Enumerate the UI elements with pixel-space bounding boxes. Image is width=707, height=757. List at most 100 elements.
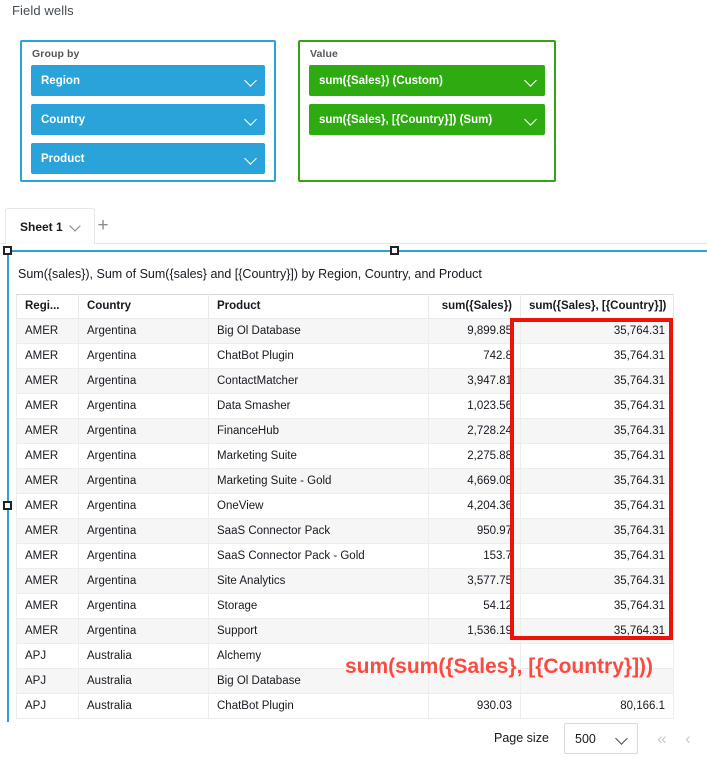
cell-region: AMER xyxy=(17,444,79,469)
table-row[interactable]: AMERArgentinaContactMatcher3,947.8135,76… xyxy=(17,369,674,394)
cell-product: ContactMatcher xyxy=(209,369,429,394)
cell-sum-sales: 1,536.19 xyxy=(429,619,521,644)
cell-product: ChatBot Plugin xyxy=(209,344,429,369)
column-header-sum-sales[interactable]: sum({Sales}) xyxy=(429,295,521,319)
table-row[interactable]: AMERArgentinaSite Analytics3,577.7535,76… xyxy=(17,569,674,594)
app-root: Field wells Group by Region Country Prod… xyxy=(0,0,707,757)
cell-product: Big Ol Database xyxy=(209,319,429,344)
plus-icon[interactable]: + xyxy=(94,218,112,236)
cell-country: Argentina xyxy=(79,319,209,344)
field-pill-country[interactable]: Country xyxy=(31,104,265,135)
table-header-row: Regi... Country Product sum({Sales}) sum… xyxy=(17,295,674,319)
cell-sum-sales: 4,669.08 xyxy=(429,469,521,494)
field-pill-product[interactable]: Product xyxy=(31,143,265,174)
chevron-left-icon[interactable]: ‹ xyxy=(678,729,698,749)
cell-product: Storage xyxy=(209,594,429,619)
cell-region: AMER xyxy=(17,344,79,369)
chevron-down-icon[interactable] xyxy=(617,734,628,745)
table-row[interactable]: AMERArgentinaChatBot Plugin742.835,764.3… xyxy=(17,344,674,369)
cell-product: SaaS Connector Pack - Gold xyxy=(209,544,429,569)
cell-country: Argentina xyxy=(79,369,209,394)
table-header: Regi... Country Product sum({Sales}) sum… xyxy=(17,295,674,319)
cell-sum-sales: 930.03 xyxy=(429,694,521,719)
cell-product: Data Smasher xyxy=(209,394,429,419)
group-by-label: Group by xyxy=(22,42,274,65)
cell-country: Argentina xyxy=(79,469,209,494)
field-pill-label: Country xyxy=(41,114,85,126)
double-chevron-left-icon[interactable]: « xyxy=(652,729,672,749)
chevron-down-icon[interactable] xyxy=(246,75,257,86)
resize-handle-top-left[interactable] xyxy=(3,246,12,255)
table-row[interactable]: AMERArgentinaData Smasher1,023.5635,764.… xyxy=(17,394,674,419)
table-row[interactable]: AMERArgentinaMarketing Suite2,275.8835,7… xyxy=(17,444,674,469)
table-row[interactable]: APJAustraliaChatBot Plugin930.0380,166.1 xyxy=(17,694,674,719)
sheet-tab-label: Sheet 1 xyxy=(20,220,63,234)
resize-handle-top-center[interactable] xyxy=(390,246,399,255)
cell-region: AMER xyxy=(17,569,79,594)
cell-sum-sales: 54.12 xyxy=(429,594,521,619)
cell-country: Australia xyxy=(79,694,209,719)
cell-region: AMER xyxy=(17,369,79,394)
page-size-label: Page size xyxy=(494,731,549,745)
chevron-down-icon[interactable] xyxy=(526,75,537,86)
table-row[interactable]: AMERArgentinaFinanceHub2,728.2435,764.31 xyxy=(17,419,674,444)
table-row[interactable]: AMERArgentinaSaaS Connector Pack - Gold1… xyxy=(17,544,674,569)
sheet-tab-sheet-1[interactable]: Sheet 1 xyxy=(5,208,95,244)
chevron-down-icon[interactable] xyxy=(526,114,537,125)
cell-region: AMER xyxy=(17,394,79,419)
value-pill-sum-sales-custom[interactable]: sum({Sales}) (Custom) xyxy=(309,65,545,96)
cell-region: AMER xyxy=(17,419,79,444)
field-wells-title: Field wells xyxy=(12,3,74,18)
cell-sum-sales: 3,577.75 xyxy=(429,569,521,594)
column-header-sum-sales-country[interactable]: sum({Sales}, [{Country}]) xyxy=(521,295,674,319)
table-footer: Page size 500 « ‹ xyxy=(0,722,707,757)
cell-product: Support xyxy=(209,619,429,644)
table-row[interactable]: AMERArgentinaSaaS Connector Pack950.9735… xyxy=(17,519,674,544)
cell-sum-sales: 153.7 xyxy=(429,544,521,569)
page-size-select[interactable]: 500 xyxy=(564,723,638,754)
cell-region: AMER xyxy=(17,469,79,494)
cell-country: Argentina xyxy=(79,344,209,369)
cell-sum-sales: 2,275.88 xyxy=(429,444,521,469)
value-pill-sum-sales-country[interactable]: sum({Sales}, [{Country}]) (Sum) xyxy=(309,104,545,135)
cell-region: APJ xyxy=(17,669,79,694)
table-row[interactable]: AMERArgentinaMarketing Suite - Gold4,669… xyxy=(17,469,674,494)
column-header-region[interactable]: Regi... xyxy=(17,295,79,319)
value-label: Value xyxy=(300,42,554,65)
resize-handle-middle-left[interactable] xyxy=(3,501,12,510)
cell-sum-sales-country: 35,764.31 xyxy=(521,569,674,594)
cell-product: Marketing Suite xyxy=(209,444,429,469)
cell-sum-sales-country: 35,764.31 xyxy=(521,394,674,419)
table-row[interactable]: AMERArgentinaBig Ol Database9,899.8535,7… xyxy=(17,319,674,344)
field-well-group-by: Group by Region Country Product xyxy=(20,40,276,182)
chevron-down-icon[interactable] xyxy=(246,114,257,125)
column-header-country[interactable]: Country xyxy=(79,295,209,319)
sheet-tab-bar: Sheet 1 + xyxy=(0,208,707,244)
value-pill-label: sum({Sales}) (Custom) xyxy=(319,75,443,87)
table-row[interactable]: AMERArgentinaStorage54.1235,764.31 xyxy=(17,594,674,619)
cell-product: ChatBot Plugin xyxy=(209,694,429,719)
field-pill-label: Product xyxy=(41,153,84,165)
cell-sum-sales: 1,023.56 xyxy=(429,394,521,419)
cell-sum-sales-country: 80,166.1 xyxy=(521,694,674,719)
annotation-note: sum(sum({Sales}, [{Country}])) xyxy=(345,655,653,679)
field-pill-region[interactable]: Region xyxy=(31,65,265,96)
cell-sum-sales-country: 35,764.31 xyxy=(521,544,674,569)
cell-country: Australia xyxy=(79,644,209,669)
cell-product: SaaS Connector Pack xyxy=(209,519,429,544)
chevron-down-icon[interactable] xyxy=(246,153,257,164)
column-header-product[interactable]: Product xyxy=(209,295,429,319)
cell-sum-sales-country: 35,764.31 xyxy=(521,594,674,619)
cell-country: Argentina xyxy=(79,569,209,594)
cell-sum-sales: 4,204.36 xyxy=(429,494,521,519)
table-row[interactable]: AMERArgentinaSupport1,536.1935,764.31 xyxy=(17,619,674,644)
table-row[interactable]: AMERArgentinaOneView4,204.3635,764.31 xyxy=(17,494,674,519)
cell-country: Australia xyxy=(79,669,209,694)
cell-sum-sales: 3,947.81 xyxy=(429,369,521,394)
cell-country: Argentina xyxy=(79,394,209,419)
cell-region: AMER xyxy=(17,494,79,519)
cell-region: AMER xyxy=(17,594,79,619)
chevron-down-icon[interactable] xyxy=(70,221,82,233)
cell-product: FinanceHub xyxy=(209,419,429,444)
cell-sum-sales: 2,728.24 xyxy=(429,419,521,444)
